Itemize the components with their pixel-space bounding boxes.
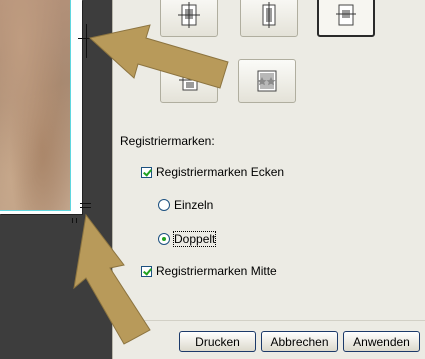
page-layout-icon	[262, 2, 276, 28]
middle-marks-checkbox[interactable]	[141, 265, 152, 277]
layout-option-button-1[interactable]	[160, 0, 218, 37]
registration-mark-middle-2	[80, 207, 91, 208]
layout-option-button-2[interactable]	[240, 0, 298, 37]
single-radio[interactable]	[158, 199, 170, 211]
page-layout-icon	[336, 4, 356, 26]
page-layout-icon	[179, 70, 201, 91]
registration-marks-heading: Registriermarken:	[120, 134, 215, 148]
double-option[interactable]: Doppelt	[158, 231, 217, 247]
preview-page	[0, 0, 82, 214]
double-radio[interactable]	[158, 233, 170, 245]
preview-image	[0, 0, 71, 211]
middle-marks-option[interactable]: Registriermarken Mitte	[141, 264, 277, 278]
registration-mark-corner-h	[78, 38, 96, 39]
registration-mark-corner	[86, 24, 87, 58]
registration-mark-middle	[80, 203, 91, 204]
corner-marks-label: Registriermarken Ecken	[156, 165, 285, 179]
registration-mark-tick	[72, 218, 73, 223]
registration-mark-tick-2	[76, 218, 77, 223]
double-label: Doppelt	[172, 231, 217, 247]
page-layout-icon	[178, 2, 200, 28]
print-options-panel: Registriermarken: Registriermarken Ecken…	[112, 0, 425, 359]
apply-button[interactable]: Anwenden	[343, 331, 420, 352]
print-preview-pane	[0, 0, 112, 359]
single-option[interactable]: Einzeln	[158, 198, 213, 212]
corner-marks-option[interactable]: Registriermarken Ecken	[141, 165, 284, 179]
corner-marks-checkbox[interactable]	[141, 166, 152, 178]
layout-option-button-3[interactable]	[317, 0, 375, 37]
page-layout-icon	[257, 70, 277, 92]
print-button[interactable]: Drucken	[179, 331, 256, 352]
single-label: Einzeln	[174, 198, 214, 212]
cancel-button[interactable]: Abbrechen	[261, 331, 338, 352]
layout-option-button-4[interactable]	[160, 59, 218, 103]
button-separator	[113, 320, 425, 321]
layout-option-button-5[interactable]	[238, 59, 296, 103]
middle-marks-label: Registriermarken Mitte	[156, 264, 277, 278]
